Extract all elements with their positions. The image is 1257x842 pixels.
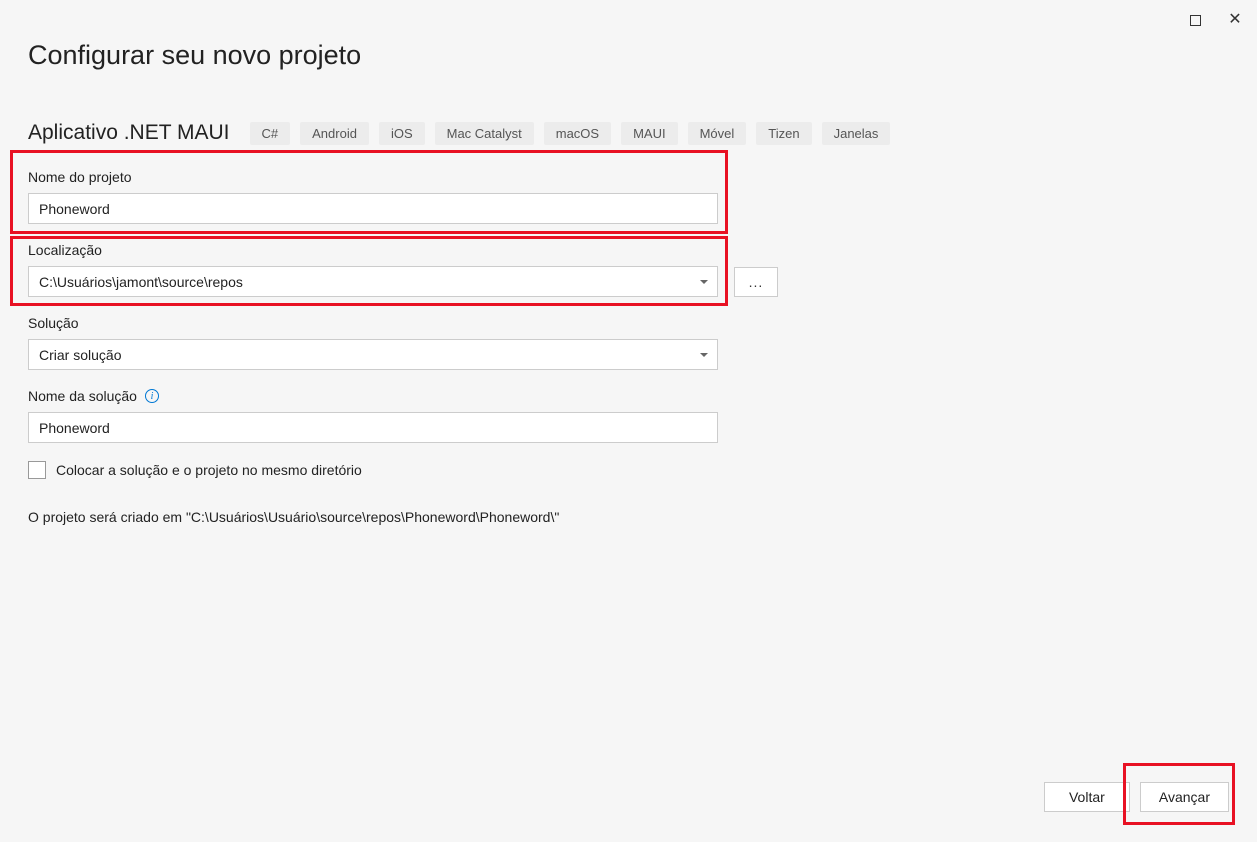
same-directory-label: Colocar a solução e o projeto no mesmo d…: [56, 462, 362, 478]
same-directory-row: Colocar a solução e o projeto no mesmo d…: [28, 461, 1229, 479]
project-name-group: Nome do projeto: [28, 169, 1229, 224]
location-label: Localização: [28, 242, 1229, 258]
template-tag: Tizen: [756, 122, 811, 145]
template-tag: MAUI: [621, 122, 678, 145]
project-name-input[interactable]: [28, 193, 718, 224]
template-tag: Mac Catalyst: [435, 122, 534, 145]
location-input[interactable]: [28, 266, 718, 297]
back-button[interactable]: Voltar: [1044, 782, 1130, 812]
solution-select[interactable]: [28, 339, 718, 370]
info-icon[interactable]: i: [145, 389, 159, 403]
same-directory-checkbox[interactable]: [28, 461, 46, 479]
page-title: Configurar seu novo projeto: [28, 40, 1229, 71]
next-button[interactable]: Avançar: [1140, 782, 1229, 812]
creation-path-text: O projeto será criado em "C:\Usuários\Us…: [28, 509, 1229, 525]
solution-label: Solução: [28, 315, 1229, 331]
solution-name-label: Nome da solução: [28, 388, 137, 404]
close-icon: ✕: [1228, 12, 1241, 28]
solution-name-input[interactable]: [28, 412, 718, 443]
maximize-button[interactable]: [1185, 10, 1205, 30]
project-name-label: Nome do projeto: [28, 169, 1229, 185]
template-tag: macOS: [544, 122, 611, 145]
solution-group: Solução: [28, 315, 1229, 370]
maximize-icon: [1190, 15, 1201, 26]
template-tag: Android: [300, 122, 369, 145]
close-button[interactable]: ✕: [1225, 10, 1245, 30]
location-group: Localização ...: [28, 242, 1229, 297]
template-tag: Janelas: [822, 122, 891, 145]
browse-button[interactable]: ...: [734, 267, 778, 297]
template-info-row: Aplicativo .NET MAUI C# Android iOS Mac …: [28, 121, 1229, 145]
solution-name-group: Nome da solução i: [28, 388, 1229, 443]
template-name: Aplicativo .NET MAUI: [28, 121, 230, 145]
template-tag: Móvel: [688, 122, 747, 145]
template-tag: iOS: [379, 122, 425, 145]
template-tag: C#: [250, 122, 291, 145]
